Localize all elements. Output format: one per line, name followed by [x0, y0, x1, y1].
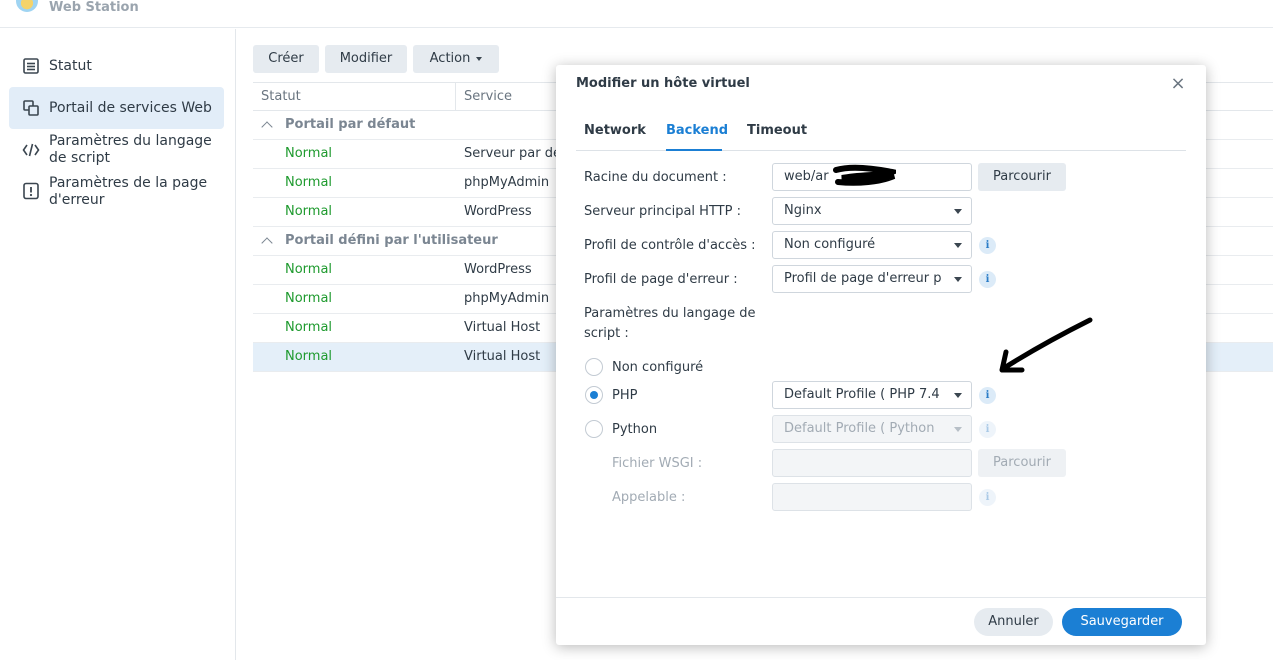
edit-button[interactable]: Modifier — [325, 45, 407, 73]
status-cell: Normal — [285, 204, 333, 219]
group-label: Portail défini par l'utilisateur — [285, 233, 498, 248]
doc-root-value: web/ar — [784, 169, 829, 184]
edit-virtual-host-dialog: Modifier un hôte virtuel × Network Backe… — [556, 65, 1206, 645]
service-cell: WordPress — [464, 204, 532, 219]
radio-python-label: Python — [612, 422, 658, 437]
service-cell: Virtual Host — [464, 320, 541, 335]
annotation-arrow-icon — [999, 317, 1093, 373]
status-cell: Normal — [285, 262, 333, 277]
app-title: Web Station — [49, 0, 139, 15]
sidebar-item-portail[interactable]: Portail de services Web — [9, 87, 224, 129]
service-cell: Virtual Host — [464, 349, 541, 364]
chevron-up-icon — [261, 121, 273, 133]
doc-root-label: Racine du document : — [584, 170, 727, 185]
dialog-tabs: Network Backend Timeout — [576, 115, 1186, 151]
sidebar-item-label: Statut — [49, 58, 92, 74]
http-server-select[interactable]: Nginx — [772, 197, 972, 225]
info-icon[interactable]: i — [979, 387, 996, 404]
dropdown-arrow-icon — [954, 277, 962, 282]
sidebar-item-label: Portail de services Web — [49, 100, 212, 116]
info-icon: i — [979, 489, 996, 506]
save-button[interactable]: Sauvegarder — [1062, 608, 1182, 636]
status-cell: Normal — [285, 291, 333, 306]
alert-icon — [23, 182, 39, 200]
dropdown-arrow-icon — [954, 209, 962, 214]
access-profile-value: Non configuré — [784, 237, 876, 252]
radio-python[interactable] — [585, 420, 603, 438]
sidebar-item-statut[interactable]: Statut — [9, 47, 224, 85]
action-button[interactable]: Action — [413, 45, 499, 73]
web-station-logo-icon — [16, 0, 38, 12]
sidebar-item-label: Paramètres de la page d'erreur — [49, 175, 208, 208]
python-profile-value: Default Profile ( Python — [784, 421, 935, 436]
service-cell: WordPress — [464, 262, 532, 277]
dialog-title: Modifier un hôte virtuel — [576, 76, 750, 91]
php-profile-select[interactable]: Default Profile ( PHP 7.4 — [772, 381, 972, 409]
service-cell: phpMyAdmin — [464, 291, 550, 306]
sidebar-item-erreur[interactable]: Paramètres de la page d'erreur — [9, 173, 224, 213]
callable-label: Appelable : — [612, 490, 686, 505]
portal-icon — [23, 100, 39, 116]
radio-php-label: PHP — [612, 388, 638, 403]
tab-network[interactable]: Network — [584, 123, 646, 138]
group-label: Portail par défaut — [285, 117, 416, 132]
info-icon[interactable]: i — [979, 237, 996, 254]
php-profile-value: Default Profile ( PHP 7.4 — [784, 387, 940, 402]
browse-wsgi-button: Parcourir — [978, 449, 1066, 477]
callable-input — [772, 483, 972, 511]
sidebar: Statut Portail de services Web Paramètre… — [0, 29, 236, 660]
script-settings-label-line1: Paramètres du langage de — [584, 306, 756, 321]
wsgi-file-label: Fichier WSGI : — [612, 456, 703, 471]
status-cell: Normal — [285, 349, 333, 364]
dropdown-arrow-icon — [954, 243, 962, 248]
status-cell: Normal — [285, 320, 333, 335]
caret-down-icon — [476, 56, 483, 61]
column-header-service[interactable]: Service — [464, 83, 512, 110]
create-button[interactable]: Créer — [253, 45, 319, 73]
dropdown-arrow-icon — [954, 393, 962, 398]
info-icon: i — [979, 421, 996, 438]
tab-timeout[interactable]: Timeout — [747, 123, 807, 138]
column-header-statut[interactable]: Statut — [261, 83, 301, 110]
edit-button-label: Modifier — [339, 51, 393, 66]
code-icon — [22, 143, 40, 157]
dialog-footer: Annuler Sauvegarder — [556, 597, 1206, 645]
chevron-up-icon — [261, 237, 273, 249]
error-profile-label: Profil de page d'erreur : — [584, 272, 738, 287]
info-icon[interactable]: i — [979, 271, 996, 288]
column-divider — [455, 83, 456, 111]
wsgi-file-input — [772, 449, 972, 477]
service-cell: Serveur par dé — [464, 146, 561, 161]
sidebar-item-label: Paramètres du langage de script — [49, 133, 212, 166]
http-server-value: Nginx — [784, 203, 822, 218]
status-cell: Normal — [285, 175, 333, 190]
sidebar-item-script[interactable]: Paramètres du langage de script — [9, 131, 224, 171]
script-settings-label-line2: script : — [584, 326, 629, 341]
cancel-button[interactable]: Annuler — [974, 608, 1053, 636]
radio-none-label: Non configuré — [612, 360, 704, 375]
service-cell: phpMyAdmin — [464, 175, 550, 190]
access-profile-select[interactable]: Non configuré — [772, 231, 972, 259]
list-icon — [23, 58, 39, 74]
app-title-bar: Web Station — [0, 0, 1273, 28]
radio-php[interactable] — [585, 386, 603, 404]
access-profile-label: Profil de contrôle d'accès : — [584, 238, 756, 253]
browse-button[interactable]: Parcourir — [978, 163, 1066, 191]
python-profile-select: Default Profile ( Python — [772, 415, 972, 443]
dropdown-arrow-icon — [954, 427, 962, 432]
redaction-scribble — [833, 164, 896, 186]
close-icon[interactable]: × — [1169, 75, 1187, 93]
action-button-label: Action — [429, 51, 471, 66]
http-server-label: Serveur principal HTTP : — [584, 204, 741, 219]
radio-none[interactable] — [585, 358, 603, 376]
status-cell: Normal — [285, 146, 333, 161]
error-profile-value: Profil de page d'erreur p — [784, 271, 942, 286]
active-tab-indicator — [666, 149, 722, 151]
error-profile-select[interactable]: Profil de page d'erreur p — [772, 265, 972, 293]
tab-backend[interactable]: Backend — [666, 123, 728, 138]
